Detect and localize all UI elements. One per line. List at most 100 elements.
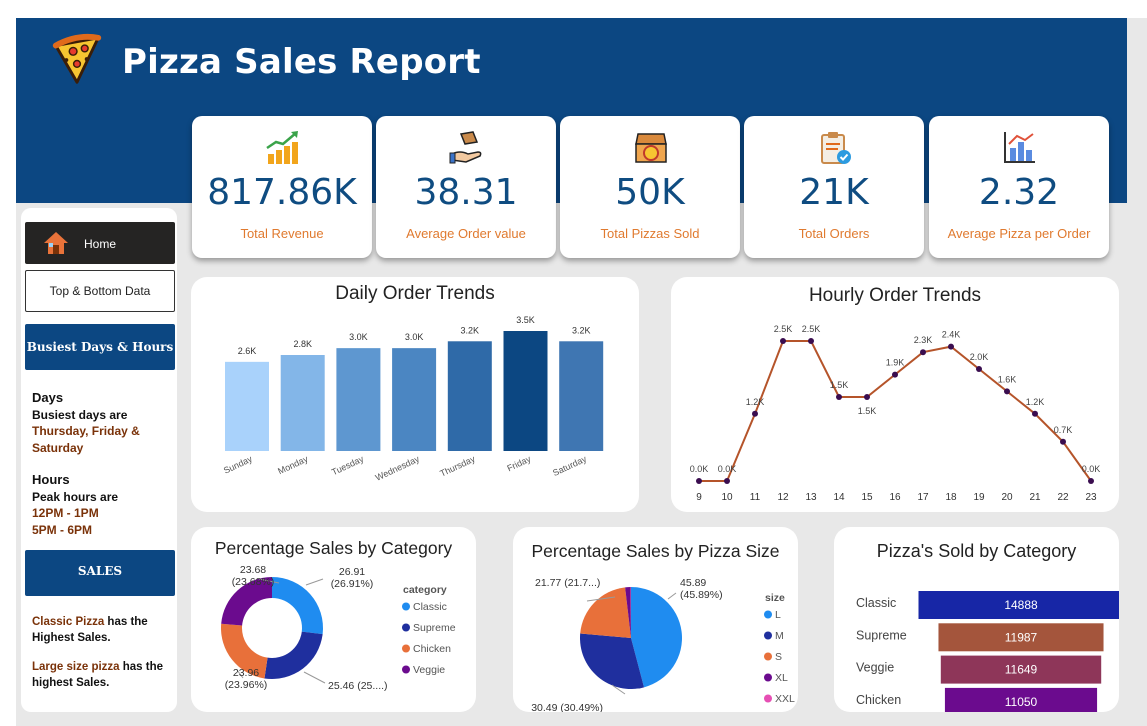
point-hour-17[interactable] [920, 349, 926, 356]
legend-item-m[interactable]: M [775, 630, 784, 642]
point-hour-11[interactable] [752, 410, 758, 417]
leader-line [305, 578, 324, 586]
hours-heading: Hours [32, 472, 70, 487]
days-value-line2: Saturday [32, 440, 84, 455]
legend-item-chicken[interactable]: Chicken [413, 643, 451, 655]
kpi-card-total-revenue: 817.86K Total Revenue [192, 116, 372, 258]
bar-sunday[interactable] [225, 361, 269, 451]
point-hour-21[interactable] [1032, 410, 1038, 417]
home-icon [44, 232, 68, 254]
point-hour-15[interactable] [864, 394, 870, 400]
x-tick-label: 17 [917, 492, 929, 503]
category-donut-chart: 26.91(26.91%) 25.46 (25....) 23.96(23.96%)… [221, 564, 456, 692]
point-hour-14[interactable] [836, 394, 842, 400]
x-tick-label: Monday [276, 454, 310, 477]
category-label: Chicken [856, 693, 901, 707]
legend-marker [402, 665, 410, 674]
legend-item-xxl[interactable]: XXL [775, 693, 795, 705]
x-tick-label: 20 [1001, 492, 1013, 503]
point-hour-23[interactable] [1088, 478, 1094, 484]
days-info: Days Busiest days are Thursday, Friday &… [32, 390, 140, 456]
bar-friday[interactable] [503, 331, 548, 451]
pizza-box-icon [635, 133, 667, 163]
point-hour-9[interactable] [696, 478, 702, 484]
bar-wednesday[interactable] [392, 348, 437, 451]
data-label: 2.5K [774, 324, 793, 334]
legend-item-s[interactable]: S [775, 651, 782, 663]
legend-marker [402, 623, 410, 632]
data-label: 3.0K [349, 332, 368, 342]
kpi-value: 50K [615, 172, 685, 213]
slice-classic[interactable] [272, 577, 323, 635]
data-label: 23.96 [233, 667, 259, 679]
top-bottom-data-button[interactable]: Top & Bottom Data [25, 270, 175, 312]
kpi-value: 38.31 [414, 172, 518, 213]
bar-saturday[interactable] [559, 341, 604, 451]
legend-item-classic[interactable]: Classic [413, 601, 447, 613]
sales-text: has the [104, 616, 148, 628]
x-tick-label: Saturday [551, 454, 588, 478]
data-label: 0.0K [718, 464, 737, 474]
data-label: 2.0K [970, 352, 989, 362]
point-hour-19[interactable] [976, 366, 982, 372]
data-label: 1.5K [830, 380, 849, 390]
slice-supreme[interactable] [264, 631, 323, 679]
data-label-pct: (45.89%) [680, 589, 723, 601]
legend-marker [764, 652, 772, 661]
point-hour-12[interactable] [780, 338, 786, 344]
data-label: 2.5K [802, 324, 821, 334]
kpi-card-average-pizza-per-order: 2.32 Average Pizza per Order [929, 116, 1109, 258]
point-hour-13[interactable] [808, 338, 814, 344]
legend-marker [764, 694, 772, 703]
data-label: 45.89 [680, 577, 706, 589]
leader-line [667, 592, 677, 600]
point-hour-10[interactable] [724, 478, 730, 484]
sold-by-category-card: Pizza's Sold by Category Classic 14888 Sup… [834, 527, 1119, 712]
x-tick-label: 16 [889, 492, 901, 503]
hours-text: Peak hours are [32, 489, 119, 504]
busiest-days-hours-button[interactable]: Busiest Days & Hours [25, 324, 175, 370]
bar-thursday[interactable] [447, 341, 492, 451]
sales-button[interactable]: SALES [25, 550, 175, 596]
data-label: 1.9K [886, 358, 905, 368]
bar-tuesday[interactable] [336, 348, 381, 451]
leader-line [303, 671, 326, 684]
hourly-order-trends-card: Hourly Order Trends 0.0K 9 0.0K 10 1.2K 11 2.5… [671, 277, 1119, 512]
point-hour-16[interactable] [892, 371, 898, 378]
x-tick-label: 9 [696, 492, 702, 503]
kpi-card-total-orders: 21K Total Orders [744, 116, 924, 258]
legend-item-veggie[interactable]: Veggie [413, 664, 445, 676]
data-label: 30.49 (30.49%) [531, 702, 603, 712]
data-label: 25.46 (25....) [328, 680, 388, 692]
data-label: 0.7K [1054, 425, 1073, 435]
data-label: 2.4K [942, 330, 961, 340]
pizza-slice-icon [52, 33, 102, 84]
x-tick-label: 15 [861, 492, 873, 503]
data-label: 11050 [1005, 695, 1038, 709]
legend-item-supreme[interactable]: Supreme [413, 622, 456, 634]
x-tick-label: 19 [973, 492, 985, 503]
x-tick-label: 21 [1029, 492, 1041, 503]
home-button[interactable]: Home [25, 222, 175, 264]
kpi-value: 21K [799, 172, 869, 213]
report-title: Pizza Sales Report [122, 42, 481, 82]
data-label-pct: (23.96%) [225, 679, 268, 691]
legend-item-xl[interactable]: XL [775, 672, 788, 684]
hand-with-box-icon [449, 131, 482, 164]
data-label-pct: (26.91%) [331, 578, 374, 590]
x-tick-label: 14 [833, 492, 845, 503]
data-label: 3.2K [461, 325, 480, 335]
kpi-value: 2.32 [978, 172, 1060, 213]
point-hour-18[interactable] [948, 343, 954, 350]
slice-s[interactable] [580, 587, 631, 638]
hours-value-line1: 12PM - 1PM [32, 506, 99, 520]
data-label: 1.6K [998, 374, 1017, 384]
legend-item-l[interactable]: L [775, 609, 781, 621]
point-hour-20[interactable] [1004, 388, 1010, 395]
sales-insight-2: Large size pizza has the highest Sales. [32, 660, 163, 691]
point-hour-22[interactable] [1060, 438, 1066, 445]
x-tick-label: Wednesday [374, 454, 422, 483]
bar-monday[interactable] [280, 355, 325, 451]
data-label: 23.68 [240, 564, 266, 576]
category-label: Veggie [856, 661, 894, 675]
